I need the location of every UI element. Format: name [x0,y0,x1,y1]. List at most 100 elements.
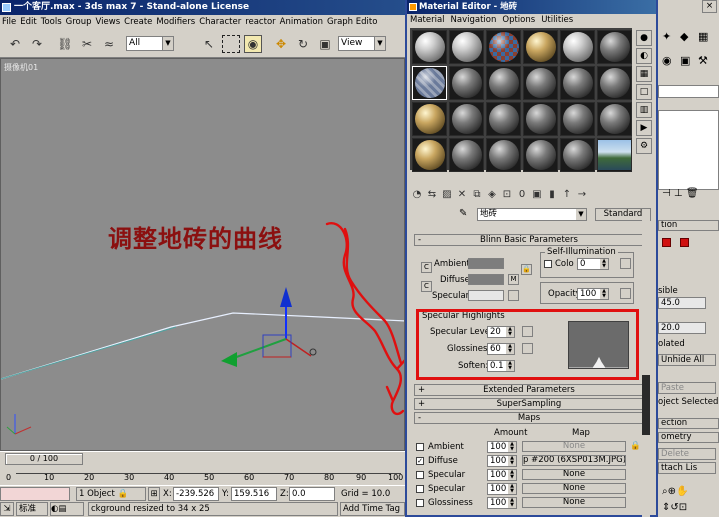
lock-icon[interactable]: 🔒 [118,489,129,499]
blinn-basic-rollout-header[interactable]: - Blinn Basic Parameters [414,234,644,246]
bind-space-warp-icon[interactable]: ≈ [100,35,118,53]
sample-slot[interactable] [560,138,595,172]
lock-ambient-icon[interactable]: C [421,262,432,273]
remove-modifier-icon[interactable]: 🗑 [686,188,699,199]
sample-slot[interactable] [486,66,521,100]
sample-slot[interactable] [412,138,447,172]
weld-spinner[interactable]: 20.0 [658,322,706,334]
spinner-arrows-icon[interactable]: ▲ ▼ [600,259,608,269]
pan-icon[interactable]: ✋ [676,486,688,497]
specular-map-button[interactable]: None [522,469,626,480]
sample-slot[interactable] [597,66,632,100]
copy-material-icon[interactable]: ⧉ [470,188,484,202]
show-map-in-viewport-icon[interactable]: ▣ [530,188,544,202]
make-preview-icon[interactable]: ▶ [636,120,652,136]
pick-material-icon[interactable]: ✎ [459,208,467,219]
sample-uv-icon[interactable]: □ [636,84,652,100]
region-select-icon[interactable] [222,35,240,53]
sample-slot[interactable] [449,30,484,64]
self-illum-color-checkbox[interactable] [544,260,552,268]
glossiness-map-button[interactable]: None [522,497,626,508]
material-name-field[interactable]: 地砖 ▼ [477,208,587,221]
menu-animation[interactable]: Animation [278,15,325,30]
menu-material[interactable]: Material [407,14,448,27]
utilities-tab-icon[interactable]: ⚒ [698,54,708,67]
menu-views[interactable]: Views [94,15,123,30]
close-icon[interactable]: × [702,0,717,13]
paste-button[interactable]: Paste [658,382,716,394]
background-checker-icon[interactable]: ▦ [636,66,652,82]
menu-character[interactable]: Character [197,15,243,30]
sample-slot[interactable] [597,138,632,172]
select-object-icon[interactable]: ↖ [200,35,218,53]
sample-slot[interactable] [523,138,558,172]
sample-slot[interactable] [523,66,558,100]
attach-list-button[interactable]: ttach Lis [658,462,716,474]
absolute-mode-icon[interactable]: ⊞ [148,487,160,501]
ambient-color-swatch[interactable] [468,258,504,269]
unlink-icon[interactable]: ✂ [78,35,96,53]
put-to-scene-icon[interactable]: ⇆ [425,188,439,202]
modify-tab-icon[interactable]: ◆ [680,30,688,43]
menu-graph-editors[interactable]: Graph Edito [325,15,379,30]
geometry-rollout-header[interactable]: ometry [658,432,719,443]
sample-slot[interactable] [449,138,484,172]
sample-slot[interactable] [486,102,521,136]
video-color-check-icon[interactable]: ▥ [636,102,652,118]
link-icon[interactable]: ⛓ [56,35,74,53]
zoom-all-icon[interactable]: ⊕ [668,486,676,497]
time-slider[interactable]: 0 / 100 [0,451,405,465]
display-tab-icon[interactable]: ▣ [680,54,690,67]
menu-create[interactable]: Create [122,15,154,30]
show-end-result-icon[interactable]: ▮ [545,188,559,202]
pin-stack-icon[interactable]: ⊣ [662,188,671,199]
spinner-arrows-icon[interactable]: ▲ ▼ [508,484,516,494]
backlight-icon[interactable]: ◐ [636,48,652,64]
z-coordinate-field[interactable]: 0.0 [289,487,335,501]
diffuse-color-swatch[interactable] [468,274,504,285]
spinner-arrows-icon[interactable]: ▲ ▼ [508,498,516,508]
reset-map-icon[interactable]: ✕ [455,188,469,202]
sample-slot[interactable] [523,30,558,64]
sample-slot[interactable] [412,102,447,136]
go-to-parent-icon[interactable]: ↑ [560,188,574,202]
scrollbar-thumb[interactable] [642,375,650,435]
ambient-amount-spinner[interactable]: 100 ▲ ▼ [487,441,517,453]
make-unique-icon[interactable]: ◈ [485,188,499,202]
add-time-tag-button[interactable]: Add Time Tag [340,502,405,516]
orbit-icon[interactable]: ↺ [670,502,678,513]
extended-parameters-rollout-header[interactable]: + Extended Parameters [414,384,644,396]
motion-tab-icon[interactable]: ◉ [662,54,672,67]
sample-slot[interactable] [597,102,632,136]
menu-group[interactable]: Group [64,15,94,30]
lock-specular-icon[interactable]: C [421,281,432,292]
unhide-all-button[interactable]: Unhide All [658,354,716,366]
modifier-stack-list[interactable] [658,110,719,190]
camera-viewport[interactable]: 摄像机01 调整地砖的曲线 [0,58,405,451]
undo-icon[interactable]: ↶ [6,35,24,53]
menu-reactor[interactable]: reactor [243,15,277,30]
track-bar[interactable]: 0 10 20 30 40 50 60 70 80 90 100 [0,465,405,485]
threshold-spinner[interactable]: 45.0 [658,297,706,309]
sample-slot[interactable] [560,30,595,64]
specular-map-checkbox[interactable] [416,471,424,479]
glossiness-map-checkbox[interactable] [416,499,424,507]
sample-slot[interactable] [412,30,447,64]
spinner-arrows-icon[interactable]: ▲ ▼ [508,470,516,480]
element-icon[interactable] [680,238,689,247]
maps-rollout-header[interactable]: - Maps [414,412,644,424]
spinner-arrows-icon[interactable]: ▲ ▼ [508,456,516,466]
lock-icon[interactable]: 🔒 [630,441,641,451]
assign-to-selection-icon[interactable]: ▨ [440,188,454,202]
sample-slot-active[interactable] [412,66,447,100]
selection-rollout-header[interactable]: ection [658,418,719,429]
selection-filter-dropdown[interactable]: All ▼ [126,36,174,51]
get-material-icon[interactable]: ◔ [410,188,424,202]
rotate-icon[interactable]: ↻ [294,35,312,53]
maxscript-listener-field[interactable] [0,487,70,501]
maximize-viewport-icon[interactable]: ⊡ [679,502,687,513]
move-icon[interactable]: ✥ [272,35,290,53]
menu-edit[interactable]: Edit [18,15,38,30]
ambient-map-checkbox[interactable] [416,443,424,451]
diffuse-amount-spinner[interactable]: 100 ▲ ▼ [487,455,517,467]
